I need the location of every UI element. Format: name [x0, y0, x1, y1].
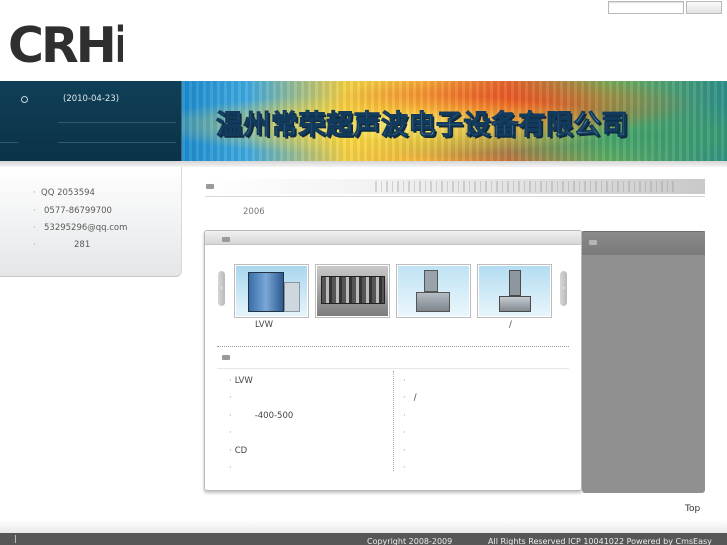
product-caption[interactable]: LVW: [255, 320, 273, 330]
product-thumbnail[interactable]: [315, 264, 390, 318]
list-bullet: ·: [229, 411, 232, 421]
footer-mark: |: [14, 534, 17, 543]
about-year: 2006: [243, 207, 265, 217]
back-to-top-link[interactable]: Top: [685, 504, 700, 514]
news-divider: [0, 142, 18, 143]
news-list-item[interactable]: ·: [403, 411, 409, 421]
about-header-texture: [375, 181, 675, 192]
list-bullet: ·: [33, 240, 36, 250]
contact-qq-value: QQ 2053594: [41, 188, 95, 198]
list-bullet: ·: [229, 446, 232, 456]
logo-text: CRHi: [8, 20, 123, 66]
list-bullet: ·: [229, 393, 232, 403]
products-divider: [217, 346, 569, 347]
section-marker-icon: [589, 240, 597, 245]
machine-shape: [424, 270, 438, 292]
list-bullet: ·: [229, 376, 232, 386]
news-list-item[interactable]: · -400-500: [229, 411, 293, 421]
machine-shape: [509, 270, 521, 296]
news-bullet-icon: [21, 96, 28, 103]
contact-qq: · QQ 2053594: [33, 188, 95, 198]
list-bullet: ·: [403, 463, 406, 473]
news-list-item[interactable]: ·: [229, 428, 235, 438]
search-input[interactable]: [608, 1, 684, 14]
list-bullet: ·: [403, 376, 406, 386]
machine-shape: [248, 272, 284, 312]
section-marker-icon: [222, 237, 230, 242]
right-sidebar: [582, 231, 705, 493]
next-arrow-icon[interactable]: ›: [560, 271, 567, 306]
news-list-item-label[interactable]: CD: [235, 446, 247, 456]
news-list-item[interactable]: ·: [403, 446, 409, 456]
list-bullet: ·: [403, 393, 406, 403]
news-list-item[interactable]: · /: [403, 393, 417, 403]
machine-shape: [284, 282, 300, 312]
page: CRHi (2010-04-23) 温州常荣超声波电子设备有限公司 · QQ 20…: [0, 0, 727, 545]
prev-arrow-icon[interactable]: ‹: [218, 271, 225, 306]
list-bullet: ·: [33, 206, 36, 216]
products-panel: ‹ › LVW / · LVW · · -400-500 · · CD · · …: [204, 230, 582, 491]
search-button[interactable]: [686, 1, 722, 14]
machine-shape: [499, 296, 531, 312]
list-bullet: ·: [229, 428, 232, 438]
machine-shape: [416, 292, 450, 312]
news-date[interactable]: (2010-04-23): [63, 94, 119, 104]
list-bullet: ·: [403, 446, 406, 456]
contact-panel: [0, 167, 182, 277]
news-list-item-label[interactable]: -400-500: [255, 411, 294, 421]
news-list-item[interactable]: ·: [403, 463, 409, 473]
news-list-item[interactable]: · CD: [229, 446, 247, 456]
product-caption[interactable]: /: [509, 320, 512, 330]
banner-title: 温州常荣超声波电子设备有限公司: [216, 110, 629, 142]
footer: | Copyright 2008-2009 All Rights Reserve…: [0, 533, 727, 545]
products-header: [205, 231, 581, 245]
contact-email-value[interactable]: 53295296@qq.com: [44, 223, 127, 233]
news-divider: [58, 122, 176, 123]
contact-email: · 53295296@qq.com: [33, 223, 127, 233]
news-band: [0, 81, 182, 161]
product-image: [317, 266, 388, 316]
contact-phone: · 0577-86799700: [33, 206, 112, 216]
section-marker-icon: [206, 184, 214, 189]
list-bullet: ·: [403, 411, 406, 421]
news-divider: [58, 142, 176, 143]
footer-rights: All Rights Reserved ICP 10041022 Powered…: [488, 537, 712, 545]
about-header-bar: [205, 179, 705, 194]
product-image: [236, 266, 307, 316]
list-bullet: ·: [33, 223, 36, 233]
news-list-item[interactable]: ·: [229, 463, 235, 473]
about-divider: [205, 196, 705, 197]
contact-phone-value: 0577-86799700: [44, 206, 112, 216]
product-image: [479, 266, 550, 316]
machine-shape: [321, 276, 385, 304]
column-divider: [393, 371, 394, 471]
section-marker-icon: [222, 355, 230, 360]
crhi-logo[interactable]: CRHi: [8, 20, 123, 66]
news-list-item[interactable]: ·: [229, 393, 235, 403]
list-bullet: ·: [33, 188, 36, 198]
news-list-item[interactable]: ·: [403, 376, 409, 386]
news-list-item[interactable]: · LVW: [229, 376, 253, 386]
news-list-item[interactable]: ·: [403, 428, 409, 438]
news-list-item-label[interactable]: /: [414, 393, 417, 403]
list-bullet: ·: [229, 463, 232, 473]
product-thumbnail[interactable]: [477, 264, 552, 318]
footer-copyright: Copyright 2008-2009: [367, 537, 453, 545]
news-list-item-label[interactable]: LVW: [235, 376, 253, 386]
contact-address-value: 281: [74, 240, 91, 250]
product-thumbnail[interactable]: [234, 264, 309, 318]
contact-address: · 281: [33, 240, 90, 250]
footer-shadow: [0, 520, 727, 533]
list-bullet: ·: [403, 428, 406, 438]
company-banner: 温州常荣超声波电子设备有限公司: [182, 81, 727, 161]
product-thumbnail[interactable]: [396, 264, 471, 318]
product-image: [398, 266, 469, 316]
right-sidebar-header: [582, 231, 705, 255]
list-header-rule: [217, 368, 569, 369]
